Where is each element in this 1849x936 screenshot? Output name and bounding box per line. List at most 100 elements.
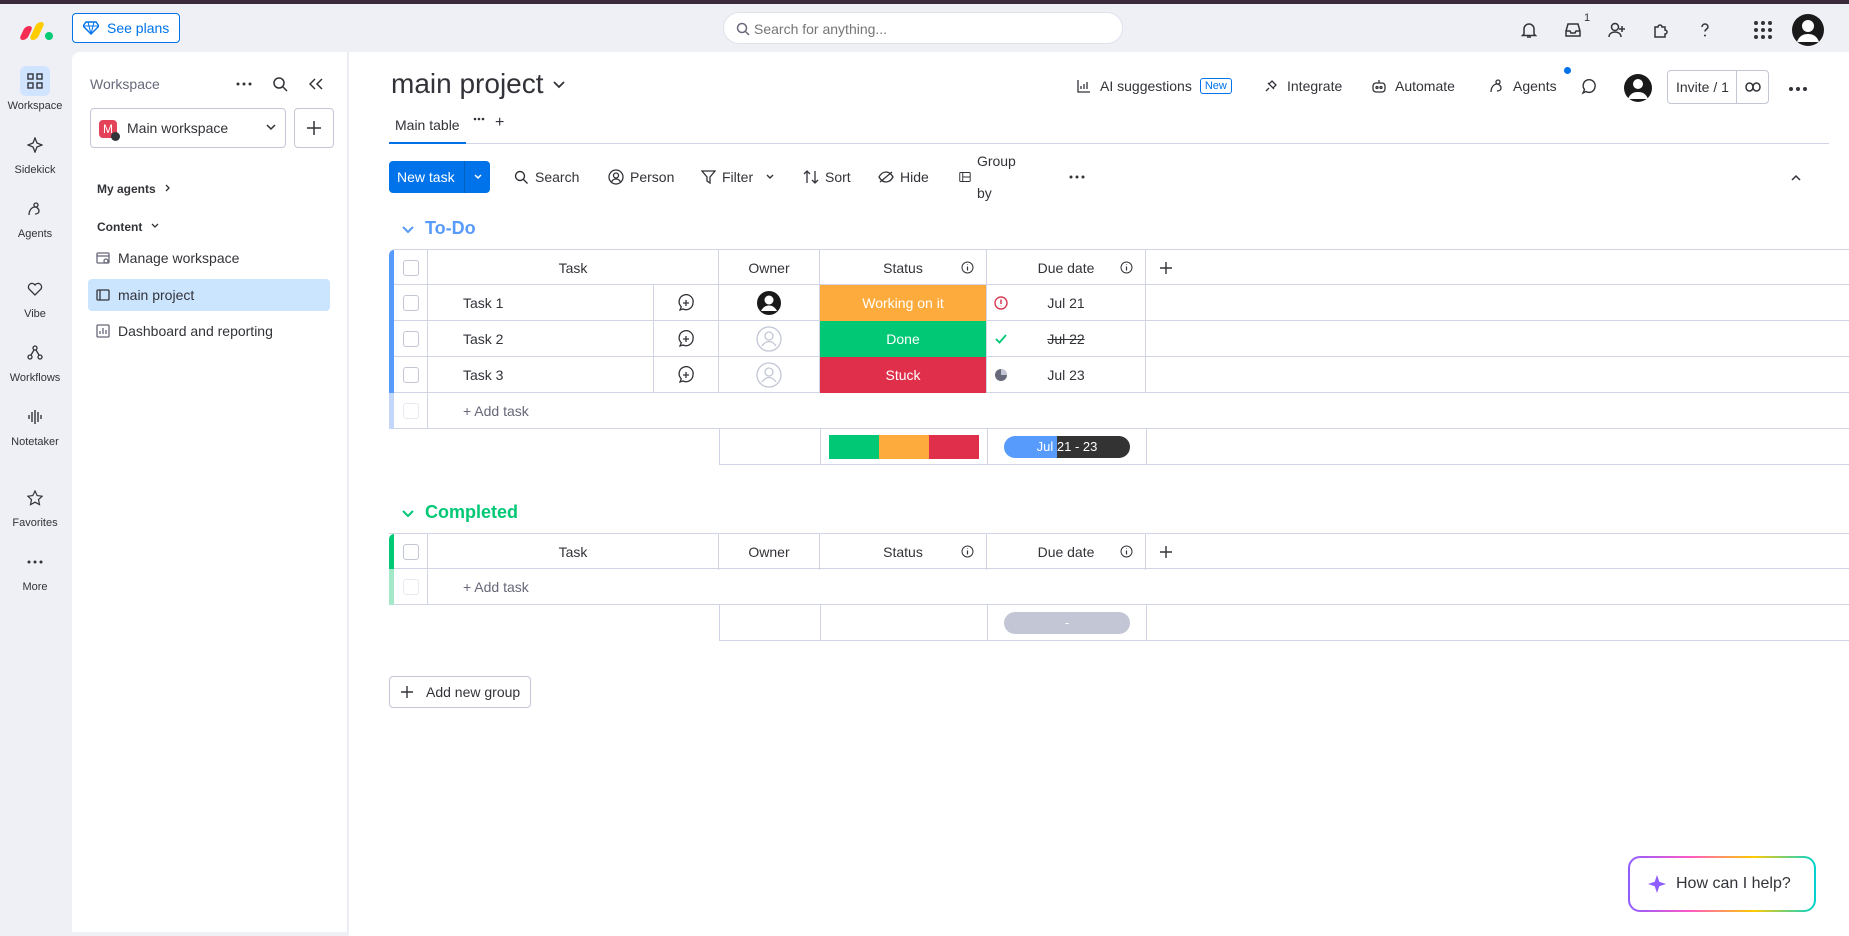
chevron-down-icon[interactable] [401, 506, 415, 520]
column-header-task[interactable]: Task [428, 250, 719, 286]
sidebar-search-icon[interactable] [270, 74, 290, 94]
add-item-button[interactable] [294, 108, 334, 148]
nav-more[interactable]: More [0, 547, 70, 603]
more-options-icon[interactable] [234, 74, 254, 94]
table-row[interactable]: Task 1 Working on it Jul 21 [389, 285, 1849, 321]
group-header-todo[interactable]: To-Do [401, 218, 476, 239]
updates-chat-icon[interactable] [1580, 78, 1598, 96]
invite-members-icon[interactable] [1605, 18, 1629, 42]
add-new-group-button[interactable]: Add new group [389, 676, 531, 708]
status-cell[interactable]: Working on it [820, 285, 987, 321]
group-title-todo[interactable]: To-Do [425, 218, 476, 239]
tab-main-table[interactable]: Main table [389, 112, 466, 144]
sidebar-item-manage-workspace[interactable]: Manage workspace [88, 242, 330, 274]
status-cell[interactable]: Stuck [820, 357, 987, 393]
nav-workflows[interactable]: Workflows [0, 338, 70, 394]
sidebar-item-dashboard[interactable]: Dashboard and reporting [88, 315, 330, 347]
search-button[interactable]: Search [514, 161, 579, 193]
see-plans-button[interactable]: See plans [72, 13, 181, 43]
agents-button[interactable]: Agents [1489, 78, 1557, 94]
monday-logo-icon[interactable] [18, 18, 54, 40]
table-row[interactable]: Task 3 Stuck Jul 23 [389, 357, 1849, 393]
add-task-row[interactable]: + Add task [389, 393, 1849, 429]
global-search-input[interactable] [754, 19, 1104, 39]
info-icon[interactable] [1120, 261, 1133, 274]
due-date-cell[interactable]: Jul 22 [987, 321, 1146, 357]
due-date-cell[interactable]: Jul 21 [987, 285, 1146, 321]
nav-agents[interactable]: Agents [0, 194, 70, 250]
add-column-button[interactable] [1146, 250, 1186, 286]
column-header-owner[interactable]: Owner [719, 534, 820, 570]
add-update-cell[interactable] [654, 285, 719, 321]
group-header-completed[interactable]: Completed [401, 502, 518, 523]
row-checkbox[interactable] [402, 295, 419, 311]
board-owner-avatar[interactable] [1624, 74, 1652, 102]
filter-button[interactable]: Filter [701, 161, 775, 193]
user-avatar[interactable] [1792, 14, 1824, 46]
toolbar-more-icon[interactable] [1069, 161, 1085, 193]
new-task-dropdown[interactable] [464, 161, 490, 193]
owner-cell[interactable] [719, 285, 820, 321]
info-icon[interactable] [961, 261, 974, 274]
board-more-icon[interactable] [1789, 78, 1807, 96]
invite-button[interactable]: Invite / 1 [1667, 70, 1769, 104]
apps-puzzle-icon[interactable] [1649, 18, 1673, 42]
sidebar-item-main-project[interactable]: main project [88, 279, 330, 311]
notifications-bell-icon[interactable] [1517, 18, 1541, 42]
task-name-cell[interactable]: Task 2 [428, 321, 654, 357]
chevron-down-icon[interactable] [552, 77, 566, 91]
help-assistant-button[interactable]: How can I help? [1628, 856, 1816, 912]
status-cell[interactable]: Done [820, 321, 987, 357]
info-icon[interactable] [961, 545, 974, 558]
new-task-button[interactable]: New task [389, 161, 490, 193]
add-task-row[interactable]: + Add task [389, 569, 1849, 605]
tab-more-icon[interactable] [473, 117, 485, 121]
nav-favorites[interactable]: Favorites [0, 483, 70, 539]
collapse-sidebar-icon[interactable] [306, 74, 326, 94]
workspace-selector[interactable]: M Main workspace [90, 108, 286, 148]
ai-suggestions-button[interactable]: AI suggestions New [1076, 78, 1232, 94]
summary-due-cell[interactable]: Jul 21 - 23 [988, 429, 1147, 465]
owner-cell[interactable] [719, 357, 820, 393]
add-update-cell[interactable] [654, 357, 719, 393]
content-section[interactable]: Content [97, 220, 160, 234]
column-header-due-date[interactable]: Due date [987, 250, 1146, 286]
column-header-due-date[interactable]: Due date [987, 534, 1146, 570]
add-task-input[interactable]: + Add task [428, 393, 1186, 429]
nav-notetaker[interactable]: Notetaker [0, 402, 70, 458]
page-title[interactable]: main project [391, 68, 544, 100]
group-by-button[interactable]: Group by [959, 153, 1020, 201]
group-title-completed[interactable]: Completed [425, 502, 518, 523]
person-filter-button[interactable]: Person [608, 161, 674, 193]
add-column-button[interactable] [1146, 534, 1186, 570]
add-update-cell[interactable] [654, 321, 719, 357]
integrate-button[interactable]: Integrate [1263, 78, 1342, 94]
row-checkbox[interactable] [402, 367, 419, 383]
nav-vibe[interactable]: Vibe [0, 274, 70, 330]
column-header-task[interactable]: Task [428, 534, 719, 570]
nav-workspace[interactable]: Workspace [0, 66, 70, 122]
select-all-checkbox[interactable] [402, 260, 419, 276]
summary-status-cell[interactable] [821, 429, 988, 465]
my-agents-section[interactable]: My agents [97, 182, 173, 196]
chevron-down-icon[interactable] [765, 172, 775, 182]
inbox-icon[interactable] [1561, 18, 1585, 42]
hide-button[interactable]: Hide [878, 161, 929, 193]
sort-button[interactable]: Sort [803, 161, 851, 193]
due-date-cell[interactable]: Jul 23 [987, 357, 1146, 393]
nav-sidekick[interactable]: Sidekick [0, 130, 70, 186]
app-switcher-grid-icon[interactable] [1751, 18, 1775, 42]
task-name-cell[interactable]: Task 1 [428, 285, 654, 321]
help-icon[interactable] [1693, 18, 1717, 42]
column-header-status[interactable]: Status [820, 250, 987, 286]
table-row[interactable]: Task 2 Done Jul 22 [389, 321, 1849, 357]
column-header-status[interactable]: Status [820, 534, 987, 570]
task-name-cell[interactable]: Task 3 [428, 357, 654, 393]
info-icon[interactable] [1120, 545, 1133, 558]
column-header-owner[interactable]: Owner [719, 250, 820, 286]
global-search[interactable] [723, 12, 1123, 44]
add-view-button[interactable]: + [495, 114, 504, 132]
collapse-header-icon[interactable] [1784, 166, 1808, 190]
summary-due-cell[interactable]: - [988, 605, 1147, 641]
owner-cell[interactable] [719, 321, 820, 357]
